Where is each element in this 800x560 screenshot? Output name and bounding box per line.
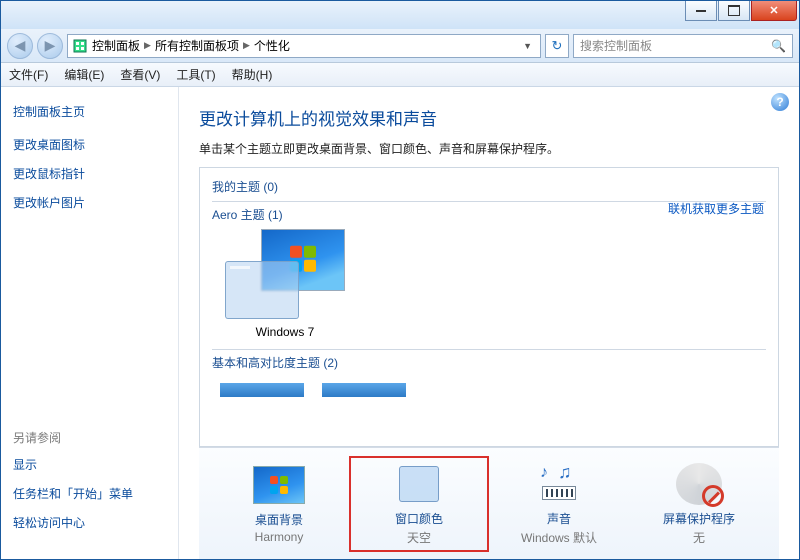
option-title: 窗口颜色 bbox=[395, 510, 443, 527]
sidebar-home[interactable]: 控制面板主页 bbox=[13, 103, 166, 120]
theme-windows7[interactable]: Windows 7 bbox=[220, 229, 350, 339]
menu-edit[interactable]: 编辑(E) bbox=[64, 66, 104, 83]
basic-themes-heading: 基本和高对比度主题 (2) bbox=[212, 354, 766, 371]
window-color-thumb-icon bbox=[225, 261, 299, 319]
minimize-button[interactable] bbox=[685, 1, 717, 21]
see-also-display[interactable]: 显示 bbox=[13, 456, 166, 473]
sidebar-link-desktop-icons[interactable]: 更改桌面图标 bbox=[13, 136, 166, 153]
address-dropdown-icon[interactable]: ▼ bbox=[519, 41, 536, 51]
breadcrumb-root[interactable]: 控制面板 bbox=[92, 37, 140, 54]
search-placeholder: 搜索控制面板 bbox=[580, 37, 652, 54]
sidebar-link-account-picture[interactable]: 更改帐户图片 bbox=[13, 194, 166, 211]
chevron-right-icon: ▶ bbox=[243, 40, 250, 51]
wallpaper-icon bbox=[253, 466, 305, 504]
main-pane: ? 更改计算机上的视觉效果和声音 单击某个主题立即更改桌面背景、窗口颜色、声音和… bbox=[179, 87, 799, 559]
option-sounds[interactable]: ♪♫ 声音 Windows 默认 bbox=[489, 462, 629, 546]
breadcrumb-mid[interactable]: 所有控制面板项 bbox=[155, 37, 239, 54]
maximize-button[interactable] bbox=[718, 1, 750, 21]
back-button[interactable]: ◀ bbox=[7, 33, 33, 59]
option-sub: Harmony bbox=[255, 530, 304, 544]
menu-file[interactable]: 文件(F) bbox=[9, 66, 48, 83]
option-title: 屏幕保护程序 bbox=[663, 510, 735, 527]
menu-bar: 文件(F) 编辑(E) 查看(V) 工具(T) 帮助(H) bbox=[1, 63, 799, 87]
option-sub: Windows 默认 bbox=[521, 529, 597, 546]
theme-list: 我的主题 (0) 联机获取更多主题 Aero 主题 (1) Windows 7 … bbox=[199, 167, 779, 447]
basic-theme-thumb[interactable] bbox=[220, 383, 304, 397]
my-themes-heading: 我的主题 (0) bbox=[212, 178, 766, 195]
titlebar: ✕ bbox=[1, 1, 799, 29]
search-icon: 🔍 bbox=[771, 39, 786, 53]
option-screensaver[interactable]: 屏幕保护程序 无 bbox=[629, 462, 769, 546]
see-also-ease-of-access[interactable]: 轻松访问中心 bbox=[13, 514, 166, 531]
get-more-themes-link[interactable]: 联机获取更多主题 bbox=[668, 200, 764, 217]
search-input[interactable]: 搜索控制面板 🔍 bbox=[573, 34, 793, 58]
sound-icon: ♪♫ bbox=[534, 464, 584, 504]
option-sub: 无 bbox=[693, 529, 705, 546]
nav-row: ◀ ▶ 控制面板 ▶ 所有控制面板项 ▶ 个性化 ▼ ↻ 搜索控制面板 🔍 bbox=[1, 29, 799, 63]
window-color-icon bbox=[399, 466, 439, 502]
menu-help[interactable]: 帮助(H) bbox=[232, 66, 273, 83]
help-icon[interactable]: ? bbox=[771, 93, 789, 111]
see-also-taskbar[interactable]: 任务栏和「开始」菜单 bbox=[13, 485, 166, 502]
address-bar[interactable]: 控制面板 ▶ 所有控制面板项 ▶ 个性化 ▼ bbox=[67, 34, 541, 58]
option-desktop-background[interactable]: 桌面背景 Harmony bbox=[209, 463, 349, 544]
control-panel-icon bbox=[72, 38, 88, 54]
option-title: 声音 bbox=[547, 510, 571, 527]
menu-tools[interactable]: 工具(T) bbox=[176, 66, 215, 83]
option-sub: 天空 bbox=[407, 529, 431, 546]
breadcrumb-leaf[interactable]: 个性化 bbox=[254, 37, 290, 54]
sidebar: 控制面板主页 更改桌面图标 更改鼠标指针 更改帐户图片 另请参阅 显示 任务栏和… bbox=[1, 87, 179, 559]
menu-view[interactable]: 查看(V) bbox=[120, 66, 160, 83]
chevron-right-icon: ▶ bbox=[144, 40, 151, 51]
close-button[interactable]: ✕ bbox=[751, 1, 797, 21]
option-window-color[interactable]: 窗口颜色 天空 bbox=[349, 456, 489, 552]
screensaver-icon bbox=[676, 463, 722, 505]
page-title: 更改计算机上的视觉效果和声音 bbox=[199, 105, 779, 130]
refresh-button[interactable]: ↻ bbox=[545, 34, 569, 58]
sidebar-link-mouse-pointers[interactable]: 更改鼠标指针 bbox=[13, 165, 166, 182]
basic-theme-thumb[interactable] bbox=[322, 383, 406, 397]
forward-button[interactable]: ▶ bbox=[37, 33, 63, 59]
theme-label: Windows 7 bbox=[256, 325, 315, 339]
option-title: 桌面背景 bbox=[255, 511, 303, 528]
page-subtext: 单击某个主题立即更改桌面背景、窗口颜色、声音和屏幕保护程序。 bbox=[199, 140, 779, 157]
bottom-options: 桌面背景 Harmony 窗口颜色 天空 ♪♫ 声音 Windows 默认 bbox=[199, 447, 779, 559]
see-also-heading: 另请参阅 bbox=[13, 429, 166, 446]
